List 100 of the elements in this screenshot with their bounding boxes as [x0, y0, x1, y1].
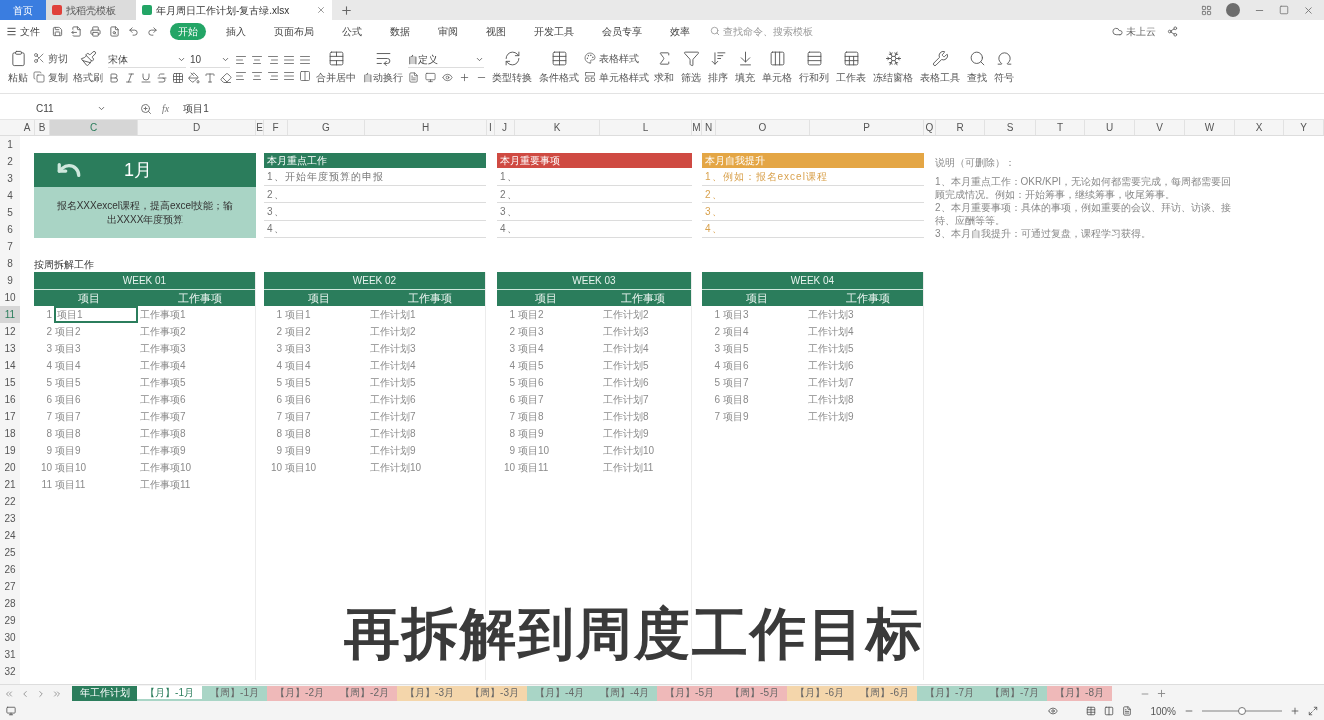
ribbon-button[interactable]: 工作表 [834, 50, 868, 85]
item-cell[interactable]: 项目2 [284, 323, 368, 340]
sheet-tab[interactable]: 【月】-3月 [397, 686, 462, 701]
row-header[interactable]: 30 [0, 629, 20, 646]
strikethrough-icon[interactable] [156, 71, 168, 84]
sheet-tab[interactable]: 【月】-1月 [137, 686, 202, 701]
ribbon-button[interactable]: 表格样式 [584, 50, 649, 66]
row-header[interactable]: 20 [0, 459, 20, 476]
ribbon-button[interactable]: 单元格 [760, 50, 794, 85]
row-header[interactable]: 29 [0, 612, 20, 629]
redo-icon[interactable] [147, 25, 158, 37]
align-left-icon[interactable] [235, 69, 247, 82]
row-header[interactable]: 27 [0, 578, 20, 595]
ribbon-button[interactable]: 求和 [652, 50, 676, 85]
column-header[interactable]: D [138, 120, 256, 135]
column-header[interactable]: G [288, 120, 365, 135]
ribbon-button[interactable]: 格式刷 [71, 50, 105, 85]
row-header[interactable]: 18 [0, 425, 20, 442]
item-cell[interactable]: 项目6 [517, 374, 601, 391]
row-header[interactable]: 5 [0, 204, 20, 221]
menu-tab[interactable]: 插入 [218, 22, 254, 40]
sheet-tab[interactable]: 【月】-8月 [1047, 686, 1112, 701]
fill-color-icon[interactable] [188, 71, 200, 84]
sheet-tab[interactable]: 【月】-7月 [917, 686, 982, 701]
menu-tab[interactable]: 数据 [382, 22, 418, 40]
close-icon[interactable] [316, 5, 326, 15]
row-header[interactable]: 3 [0, 170, 20, 187]
column-header[interactable]: X [1235, 120, 1284, 135]
ribbon-button[interactable]: 符号 [992, 50, 1016, 85]
column-header[interactable]: E [256, 120, 264, 135]
column-header[interactable]: I [487, 120, 495, 135]
row-header[interactable]: 1 [0, 136, 20, 153]
align-top-icon[interactable] [235, 53, 247, 66]
share-icon[interactable] [1167, 25, 1178, 37]
sheet-tab[interactable]: 【月】-4月 [527, 686, 592, 701]
row-header[interactable]: 14 [0, 357, 20, 374]
item-cell[interactable]: 项目6 [284, 391, 368, 408]
item-cell[interactable]: 项目9 [722, 408, 806, 425]
sheet-tab[interactable]: 【周】-1月 [202, 686, 267, 701]
ribbon-button[interactable]: 填充 [733, 50, 757, 85]
page-break-icon[interactable] [1122, 706, 1133, 716]
zoom-thumb[interactable] [1238, 707, 1246, 715]
document-tab[interactable]: 找稻壳模板 [46, 0, 136, 20]
font-size-select[interactable]: 10 [190, 51, 230, 68]
column-header[interactable]: U [1085, 120, 1135, 135]
item-cell[interactable]: 项目9 [517, 425, 601, 442]
item-cell[interactable]: 项目3 [54, 340, 138, 357]
bold-icon[interactable] [108, 71, 120, 84]
row-header[interactable]: 6 [0, 221, 20, 238]
column-header[interactable]: J [495, 120, 515, 135]
cloud-status[interactable]: 未上云 [1126, 23, 1156, 39]
item-cell[interactable]: 项目5 [54, 374, 138, 391]
align-middle-icon[interactable] [251, 53, 263, 66]
item-cell[interactable]: 项目5 [517, 357, 601, 374]
eye-protection-icon[interactable] [1048, 706, 1059, 716]
menu-tab[interactable]: 会员专享 [594, 22, 650, 40]
row-header[interactable]: 7 [0, 238, 20, 255]
item-cell[interactable]: 项目9 [284, 442, 368, 459]
save-icon[interactable] [52, 25, 63, 37]
item-cell[interactable]: 项目10 [517, 442, 601, 459]
column-header[interactable]: Y [1284, 120, 1324, 135]
menu-tab[interactable]: 开发工具 [526, 22, 582, 40]
sheet-tab[interactable]: 【周】-2月 [332, 686, 397, 701]
item-cell[interactable]: 项目8 [517, 408, 601, 425]
zoom-icon[interactable] [140, 102, 152, 115]
item-cell[interactable]: 项目8 [284, 425, 368, 442]
column-header[interactable]: O [716, 120, 810, 135]
align-right-icon[interactable] [267, 69, 279, 82]
row-header[interactable]: 25 [0, 544, 20, 561]
item-cell[interactable]: 项目6 [722, 357, 806, 374]
row-header[interactable]: 8 [0, 255, 20, 272]
item-cell[interactable]: 项目10 [54, 459, 138, 476]
item-cell[interactable]: 项目3 [517, 323, 601, 340]
item-cell[interactable]: 项目4 [284, 357, 368, 374]
item-cell[interactable]: 项目1 [284, 306, 368, 323]
ribbon-button[interactable]: 行和列 [797, 50, 831, 85]
align-bottom-icon[interactable] [267, 53, 279, 66]
item-cell[interactable]: 项目6 [54, 391, 138, 408]
ribbon-button[interactable]: 筛选 [679, 50, 703, 85]
underline-icon[interactable] [140, 71, 152, 84]
row-header[interactable]: 21 [0, 476, 20, 493]
column-header[interactable]: W [1185, 120, 1235, 135]
sheet-tab[interactable]: 【月】-2月 [267, 686, 332, 701]
ribbon-button[interactable]: 排序 [706, 50, 730, 85]
sheet-tab[interactable]: 年工作计划 [72, 686, 137, 701]
justify-icon[interactable] [283, 69, 295, 82]
outdent-icon[interactable] [299, 53, 311, 66]
column-header[interactable]: K [515, 120, 600, 135]
row-header[interactable]: 31 [0, 646, 20, 663]
row-header[interactable]: 10 [0, 289, 20, 306]
item-cell[interactable]: 项目11 [517, 459, 601, 476]
row-header[interactable]: 15 [0, 374, 20, 391]
align-center-icon[interactable] [251, 69, 263, 82]
formula-value[interactable]: 项目1 [183, 101, 209, 116]
item-cell[interactable]: 项目10 [284, 459, 368, 476]
undo-icon[interactable] [128, 25, 139, 37]
column-header[interactable]: A [20, 120, 35, 135]
ribbon-button[interactable]: 类型转换 [490, 50, 534, 85]
preview-icon[interactable] [109, 25, 120, 37]
column-header[interactable]: M [692, 120, 702, 135]
